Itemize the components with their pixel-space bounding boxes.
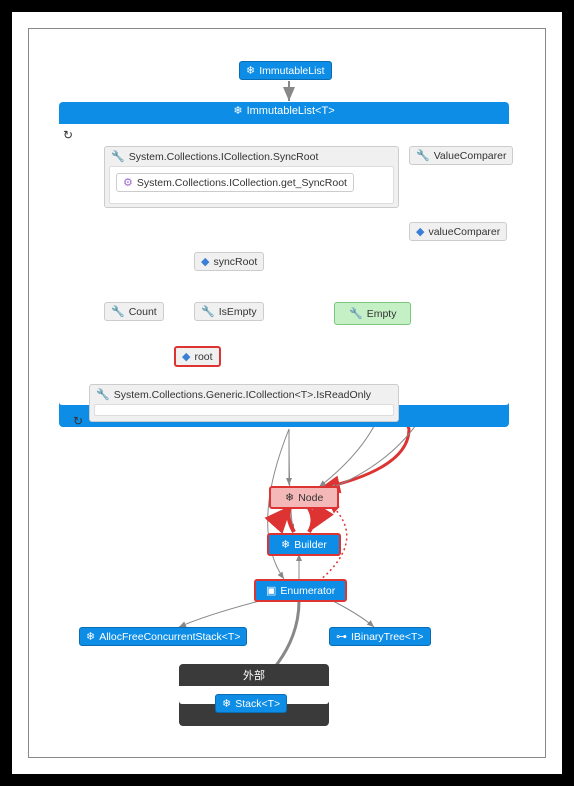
cycle-icon: ↻ [73,414,83,428]
node-valuecomparer-prop[interactable]: 🔧 ValueComparer [409,146,513,165]
field-icon: ◆ [201,255,209,268]
node-immutablelist[interactable]: ❄ ImmutableList [239,61,332,80]
node-stack[interactable]: ❄ Stack<T> [215,694,287,713]
node-count[interactable]: 🔧 Count [104,302,164,321]
node-valuecomparer-field[interactable]: ◆ valueComparer [409,222,507,241]
syncroot-group-body: ⚙ System.Collections.ICollection.get_Syn… [109,166,394,204]
container-label: ImmutableList<T> [247,105,335,117]
readonly-body [94,404,394,416]
field-icon: ◆ [182,350,190,363]
class-icon: ❄ [285,491,294,504]
external-container[interactable]: 外部 ❄ Stack<T> [179,664,329,726]
container-immutablelist-t[interactable]: ❄ ImmutableList<T> ↻ 🔧 System.Collection… [59,102,509,427]
node-label: Stack<T> [235,698,280,710]
wrench-icon: 🔧 [111,305,125,318]
class-icon: ❄ [233,104,242,117]
node-builder[interactable]: ❄ Builder [267,533,341,556]
method-icon: ⚙ [123,176,133,189]
syncroot-group[interactable]: 🔧 System.Collections.ICollection.SyncRoo… [104,146,399,208]
node-label: ImmutableList [259,65,324,77]
node-label: Count [129,306,157,318]
node-label: AllocFreeConcurrentStack<T> [99,631,240,643]
wrench-icon: 🔧 [96,388,110,401]
node-empty[interactable]: 🔧 Empty [334,302,411,325]
outer-frame: ❄ ImmutableList ❄ ImmutableList<T> ↻ 🔧 S… [0,0,574,786]
struct-icon: ▣ [266,584,276,597]
class-icon: ❄ [281,538,290,551]
container-title: ❄ ImmutableList<T> [59,104,509,117]
field-icon: ◆ [416,225,424,238]
external-title: 外部 [179,667,329,683]
node-label: IBinaryTree<T> [351,631,424,643]
node-get-syncroot[interactable]: ⚙ System.Collections.ICollection.get_Syn… [116,173,354,192]
node-label: valueComparer [428,226,500,238]
cycle-icon: ↻ [63,128,73,142]
class-icon: ❄ [222,697,231,710]
node-label: ValueComparer [434,150,507,162]
external-body: ❄ Stack<T> [179,686,329,704]
node-ibinarytree[interactable]: ⊶ IBinaryTree<T> [329,627,431,646]
container-body: ↻ 🔧 System.Collections.ICollection.SyncR… [59,124,509,405]
interface-icon: ⊶ [336,630,347,643]
class-icon: ❄ [86,630,95,643]
node-label: syncRoot [213,256,257,268]
wrench-icon: 🔧 [201,305,215,318]
node-label: root [194,351,212,363]
diagram-canvas[interactable]: ❄ ImmutableList ❄ ImmutableList<T> ↻ 🔧 S… [28,28,546,758]
group-label: System.Collections.Generic.ICollection<T… [114,389,371,401]
node-node[interactable]: ❄ Node [269,486,339,509]
wrench-icon: 🔧 [111,150,125,163]
node-label: Empty [367,308,397,320]
syncroot-group-label: 🔧 System.Collections.ICollection.SyncRoo… [105,147,398,166]
wrench-icon: 🔧 [349,307,363,320]
group-label: System.Collections.ICollection.SyncRoot [129,151,319,163]
node-label: Builder [294,539,327,551]
node-isempty[interactable]: 🔧 IsEmpty [194,302,264,321]
class-icon: ❄ [246,64,255,77]
readonly-group[interactable]: 🔧 System.Collections.Generic.ICollection… [89,384,399,422]
node-label: System.Collections.ICollection.get_SyncR… [137,177,347,189]
node-label: Enumerator [280,585,335,597]
node-allocfree[interactable]: ❄ AllocFreeConcurrentStack<T> [79,627,247,646]
node-root[interactable]: ◆ root [174,346,221,367]
readonly-group-label: 🔧 System.Collections.Generic.ICollection… [90,385,398,404]
node-enumerator[interactable]: ▣ Enumerator [254,579,347,602]
diagram-card: ❄ ImmutableList ❄ ImmutableList<T> ↻ 🔧 S… [12,12,562,774]
node-label: IsEmpty [219,306,257,318]
wrench-icon: 🔧 [416,149,430,162]
node-label: Node [298,492,323,504]
node-syncroot-field[interactable]: ◆ syncRoot [194,252,264,271]
